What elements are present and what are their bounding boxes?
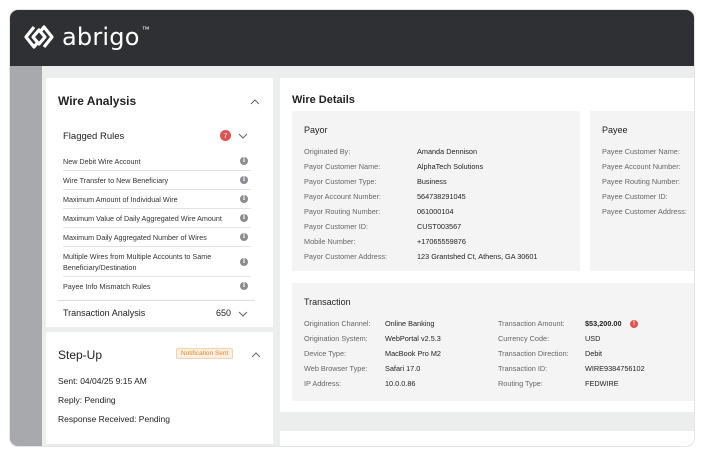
- field-value: 10.0.0.86: [385, 379, 416, 388]
- trademark-mark: ™: [141, 24, 150, 34]
- info-icon[interactable]: i: [240, 233, 248, 241]
- field-value: CUST003567: [417, 222, 462, 231]
- field-label: Payee Routing Number:: [602, 177, 680, 186]
- left-rail: [10, 66, 42, 446]
- info-icon[interactable]: i: [240, 214, 248, 222]
- field-label: Web Browser Type:: [304, 364, 368, 373]
- wire-analysis-card: Wire Analysis Flagged Rules 7 New Debit …: [46, 78, 273, 327]
- field-label: IP Address:: [304, 379, 342, 388]
- payor-title: Payor: [304, 125, 328, 135]
- field-label: Payee Customer Address:: [602, 207, 687, 216]
- payee-title: Payee: [602, 125, 628, 135]
- field-value: AlphaTech Solutions: [417, 162, 484, 171]
- field-label: Currency Code:: [498, 334, 550, 343]
- main-content: Wire Analysis Flagged Rules 7 New Debit …: [42, 66, 694, 446]
- field-value: Amanda Dennison: [417, 147, 478, 156]
- field-value: Online Banking: [385, 319, 435, 328]
- divider: [58, 300, 255, 301]
- field-value: 061000104: [417, 207, 454, 216]
- top-bar: abrigo ™: [10, 10, 694, 66]
- flagged-rules-label: Flagged Rules: [63, 131, 125, 142]
- rule-label: Maximum Amount of Individual Wire: [63, 195, 178, 204]
- field-label: Origination System:: [304, 334, 368, 343]
- flagged-rules-panel: Flagged Rules 7 New Debit Wire Account i …: [58, 122, 255, 317]
- field-value: WebPortal v2.5.3: [385, 334, 441, 343]
- field-label: Mobile Number:: [304, 237, 356, 246]
- info-icon[interactable]: i: [240, 157, 248, 165]
- field-label: Originated By:: [304, 147, 351, 156]
- transaction-analysis-label[interactable]: Transaction Analysis: [63, 308, 145, 318]
- brand-logo[interactable]: abrigo ™: [22, 22, 154, 52]
- field-label: Origination Channel:: [304, 319, 371, 328]
- info-icon[interactable]: i: [240, 195, 248, 203]
- field-label: Transaction Direction:: [498, 349, 569, 358]
- field-label: Payor Customer Address:: [304, 252, 388, 261]
- step-up-reply: Reply: Pending: [58, 395, 116, 405]
- field-label: Payee Customer ID:: [602, 192, 668, 201]
- app-window: abrigo ™ Wire Analysis Flagged Rules 7 N…: [10, 10, 694, 446]
- step-up-title: Step-Up: [58, 348, 103, 362]
- field-label: Transaction Amount:: [498, 319, 565, 328]
- field-label: Payor Customer Type:: [304, 177, 377, 186]
- alert-icon[interactable]: !: [630, 320, 638, 328]
- field-value: +17065559876: [417, 237, 466, 246]
- field-value: USD: [585, 334, 601, 343]
- list-item[interactable]: Maximum Daily Aggregated Number of Wires…: [63, 228, 251, 247]
- flagged-rules-count-badge: 7: [220, 130, 231, 141]
- chevron-up-icon[interactable]: [250, 97, 260, 107]
- wire-details-title: Wire Details: [292, 94, 355, 106]
- field-label: Payor Account Number:: [304, 192, 382, 201]
- rule-label: Maximum Daily Aggregated Number of Wires: [63, 233, 207, 242]
- transaction-title: Transaction: [304, 297, 351, 307]
- list-item[interactable]: New Debit Wire Account i: [63, 152, 251, 171]
- field-value: MacBook Pro M2: [385, 349, 441, 358]
- list-item[interactable]: Maximum Amount of Individual Wire i: [63, 190, 251, 209]
- brand-name: abrigo: [62, 23, 140, 51]
- field-value: 123 Grantshed Ct, Athens, GA 30601: [417, 252, 538, 261]
- payor-panel: Payor Originated By: Amanda Dennison Pay…: [292, 111, 580, 271]
- rule-label: Maximum Value of Daily Aggregated Wire A…: [63, 214, 222, 223]
- field-label: Payor Customer ID:: [304, 222, 369, 231]
- info-icon[interactable]: i: [240, 257, 248, 266]
- field-label: Payor Routing Number:: [304, 207, 381, 216]
- list-item[interactable]: Maximum Value of Daily Aggregated Wire A…: [63, 209, 251, 228]
- status-badge: Notification Sent: [176, 348, 234, 359]
- rule-label: Payee Info Mismatch Rules: [63, 282, 151, 291]
- step-up-sent: Sent: 04/04/25 9:15 AM: [58, 376, 147, 386]
- field-value: FEDWIRE: [585, 379, 619, 388]
- transaction-amount: $53,200.00: [585, 319, 622, 328]
- field-label: Routing Type:: [498, 379, 543, 388]
- info-icon[interactable]: i: [240, 176, 248, 184]
- chevron-up-icon[interactable]: [251, 350, 261, 360]
- field-label: Payee Customer Name:: [602, 147, 680, 156]
- next-card-edge: [280, 431, 694, 446]
- field-label: Payor Customer Name:: [304, 162, 381, 171]
- payee-panel: Payee Payee Customer Name: Payee Account…: [590, 111, 694, 271]
- chevron-down-icon[interactable]: [238, 309, 248, 319]
- transaction-analysis-count: 650: [216, 308, 232, 318]
- abrigo-logo-icon: [24, 25, 54, 49]
- field-value: Safari 17.0: [385, 364, 421, 373]
- wire-analysis-title: Wire Analysis: [58, 94, 137, 108]
- field-label: Device Type:: [304, 349, 347, 358]
- list-item[interactable]: Multiple Wires from Multiple Accounts to…: [63, 247, 251, 277]
- info-icon[interactable]: i: [240, 282, 248, 290]
- step-up-card: Step-Up Notification Sent Sent: 04/04/25…: [46, 332, 273, 444]
- rule-label: Wire Transfer to New Beneficiary: [63, 176, 169, 185]
- rule-label: New Debit Wire Account: [63, 157, 141, 166]
- field-value: 564738291045: [417, 192, 466, 201]
- chevron-down-icon[interactable]: [238, 131, 248, 141]
- list-item[interactable]: Payee Info Mismatch Rules i: [63, 277, 251, 295]
- transaction-panel: Transaction Origination Channel: Online …: [292, 283, 694, 401]
- step-up-response: Response Received: Pending: [58, 414, 170, 424]
- field-label: Payee Account Number:: [602, 162, 681, 171]
- field-value: Business: [417, 177, 447, 186]
- field-value: Debit: [585, 349, 603, 358]
- field-label: Transaction ID:: [498, 364, 548, 373]
- wire-details-card: Wire Details Payor Originated By: Amanda…: [280, 78, 694, 412]
- rule-label: Multiple Wires from Multiple Accounts to…: [63, 252, 212, 272]
- field-value: WIRE9384756102: [585, 364, 645, 373]
- flagged-rules-list: New Debit Wire Account i Wire Transfer to…: [63, 152, 251, 295]
- list-item[interactable]: Wire Transfer to New Beneficiary i: [63, 171, 251, 190]
